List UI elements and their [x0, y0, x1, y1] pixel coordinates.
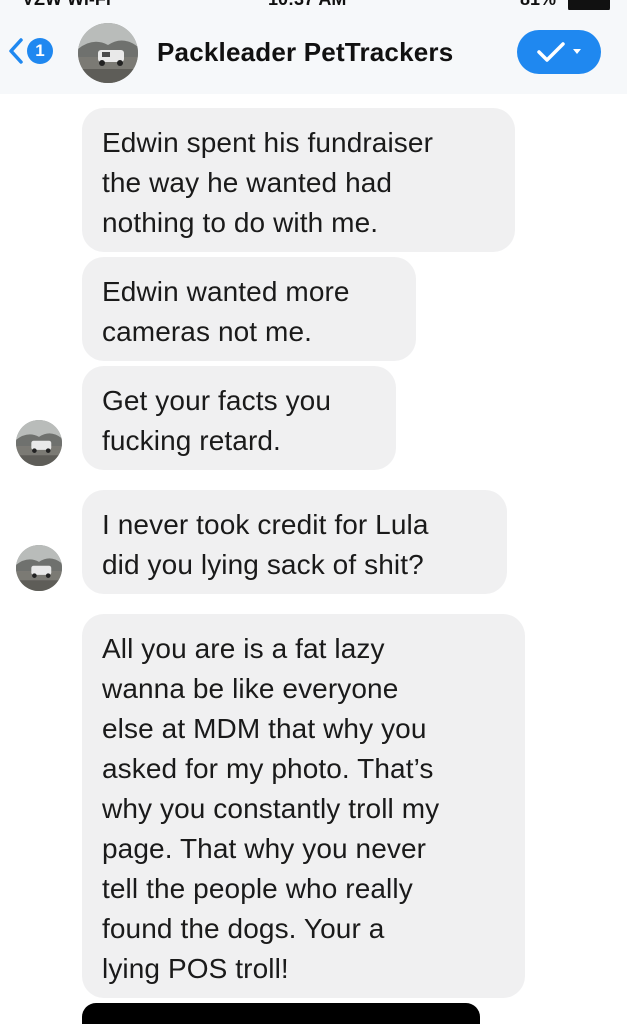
- checkmark-icon: [536, 41, 566, 63]
- message-bubble[interactable]: Edwin wanted more cameras not me.: [82, 257, 416, 361]
- battery-percent: 81%: [520, 0, 556, 10]
- back-button[interactable]: 1: [6, 36, 53, 66]
- messenger-screen: VZW Wi-Fi 10:37 AM 81% 1: [0, 0, 627, 1024]
- sender-avatar[interactable]: [16, 545, 62, 591]
- carrier-label: VZW Wi-Fi: [22, 0, 111, 10]
- battery-icon: [568, 0, 610, 10]
- message-bubble-partial[interactable]: [82, 1003, 480, 1024]
- conversation-title[interactable]: Packleader PetTrackers: [157, 37, 453, 68]
- message-bubble[interactable]: All you are is a fat lazy wanna be like …: [82, 614, 525, 998]
- message-bubble[interactable]: Get your facts you fucking retard.: [82, 366, 396, 470]
- unread-count-badge: 1: [27, 38, 53, 64]
- status-time: 10:37 AM: [268, 0, 346, 10]
- message-bubble[interactable]: Edwin spent his fundraiser the way he wa…: [82, 108, 515, 252]
- conversation-header: 1 Packleader PetTrackers: [0, 10, 627, 94]
- contact-avatar[interactable]: [78, 23, 138, 83]
- sender-avatar[interactable]: [16, 420, 62, 466]
- dropdown-caret-icon: [572, 48, 582, 56]
- status-bar: VZW Wi-Fi 10:37 AM 81%: [0, 0, 627, 10]
- message-bubble[interactable]: I never took credit for Lula did you lyi…: [82, 490, 507, 594]
- contact-status-button[interactable]: [517, 30, 601, 74]
- chevron-left-icon: [6, 36, 26, 66]
